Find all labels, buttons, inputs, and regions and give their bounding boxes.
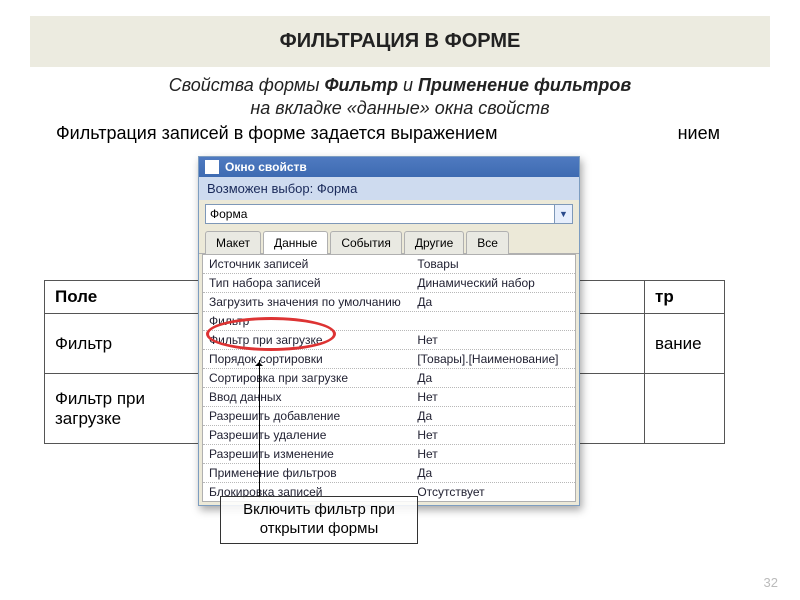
property-value[interactable]: [Товары].[Наименование] [411, 350, 575, 368]
tab-другие[interactable]: Другие [404, 231, 464, 254]
property-name: Загрузить значения по умолчанию [203, 293, 411, 311]
property-row[interactable]: Источник записейТовары [203, 255, 575, 274]
property-name: Фильтр [203, 312, 411, 330]
property-name: Разрешить удаление [203, 426, 411, 444]
text: Свойства формы [169, 75, 325, 95]
text: нием [678, 123, 720, 144]
property-value[interactable]: Товары [411, 255, 575, 273]
property-name: Разрешить изменение [203, 445, 411, 463]
properties-grid: Источник записейТоварыТип набора записей… [202, 254, 576, 502]
property-row[interactable]: Тип набора записейДинамический набор [203, 274, 575, 293]
table-cell [645, 374, 725, 444]
window-icon [205, 160, 219, 174]
tab-макет[interactable]: Макет [205, 231, 261, 254]
property-row[interactable]: Применение фильтровДа [203, 464, 575, 483]
description-text: Фильтрация записей в форме задается выра… [40, 123, 760, 144]
property-row[interactable]: Порядок сортировки[Товары].[Наименование… [203, 350, 575, 369]
object-combo[interactable]: ▼ [199, 200, 579, 230]
property-name: Тип набора записей [203, 274, 411, 292]
property-value[interactable]: Отсутствует [411, 483, 575, 501]
chevron-down-icon[interactable]: ▼ [555, 204, 573, 224]
text: Фильтрация записей в форме задается выра… [56, 123, 497, 144]
property-value[interactable]: Нет [411, 445, 575, 463]
property-value[interactable]: Нет [411, 388, 575, 406]
property-name: Ввод данных [203, 388, 411, 406]
property-name: Сортировка при загрузке [203, 369, 411, 387]
tabs: МакетДанныеСобытияДругиеВсе [199, 230, 579, 254]
subtitle-line1: Свойства формы Фильтр и Применение фильт… [40, 75, 760, 96]
table-cell: вание [645, 314, 725, 374]
properties-window: Окно свойств Возможен выбор: Форма ▼ Мак… [198, 156, 580, 506]
property-row[interactable]: Разрешить удалениеНет [203, 426, 575, 445]
property-row[interactable]: Фильтр при загрузкеНет [203, 331, 575, 350]
property-value[interactable]: Нет [411, 426, 575, 444]
property-value[interactable]: Да [411, 293, 575, 311]
property-value[interactable]: Нет [411, 331, 575, 349]
property-value[interactable]: Динамический набор [411, 274, 575, 292]
property-name: Порядок сортировки [203, 350, 411, 368]
property-row[interactable]: Сортировка при загрузкеДа [203, 369, 575, 388]
property-row[interactable]: Фильтр [203, 312, 575, 331]
property-name: Фильтр при загрузке [203, 331, 411, 349]
property-name: Источник записей [203, 255, 411, 273]
page-number: 32 [764, 575, 778, 590]
text: и [398, 75, 418, 95]
tab-события[interactable]: События [330, 231, 402, 254]
page-title: ФИЛЬТРАЦИЯ В ФОРМЕ [30, 16, 770, 67]
tab-все[interactable]: Все [466, 231, 509, 254]
property-name: Разрешить добавление [203, 407, 411, 425]
object-combo-input[interactable] [205, 204, 555, 224]
property-row[interactable]: Загрузить значения по умолчаниюДа [203, 293, 575, 312]
property-row[interactable]: Разрешить изменениеНет [203, 445, 575, 464]
table-header: тр [645, 281, 725, 314]
callout-box: Включить фильтр при открытии формы [220, 496, 418, 544]
property-row[interactable]: Ввод данныхНет [203, 388, 575, 407]
property-row[interactable]: Разрешить добавлениеДа [203, 407, 575, 426]
property-name: Применение фильтров [203, 464, 411, 482]
text-bold: Применение фильтров [418, 75, 631, 95]
property-value[interactable]: Да [411, 407, 575, 425]
property-value[interactable]: Да [411, 369, 575, 387]
property-value[interactable] [411, 312, 575, 330]
property-value[interactable]: Да [411, 464, 575, 482]
window-titlebar[interactable]: Окно свойств [199, 157, 579, 177]
tab-данные[interactable]: Данные [263, 231, 328, 254]
selection-label: Возможен выбор: Форма [199, 177, 579, 200]
subtitle-line2: на вкладке «данные» окна свойств [40, 98, 760, 119]
window-title-text: Окно свойств [225, 160, 307, 174]
text-bold: Фильтр [324, 75, 398, 95]
